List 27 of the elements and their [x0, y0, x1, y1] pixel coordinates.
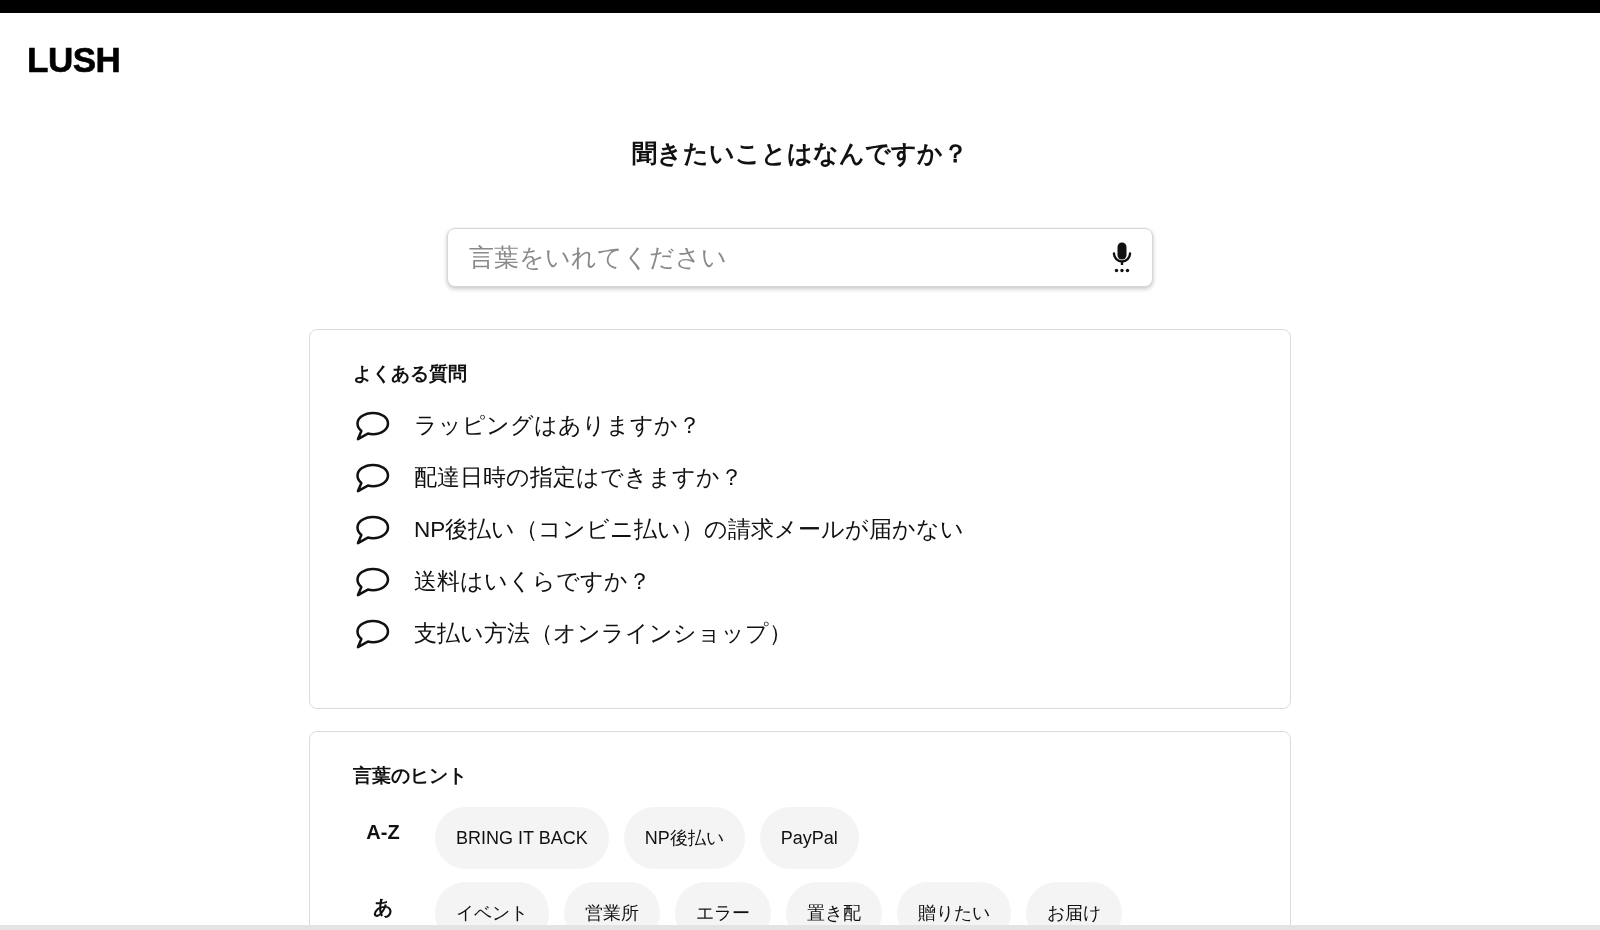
speech-bubble-icon [355, 619, 390, 649]
faq-link[interactable]: ラッピングはありますか？ [414, 412, 701, 440]
faq-link[interactable]: 送料はいくらですか？ [414, 568, 651, 596]
speech-bubble-icon [355, 567, 390, 597]
keyword-chip[interactable]: BRING IT BACK [435, 807, 609, 869]
keyword-chip[interactable]: PayPal [759, 807, 859, 869]
section-title: よくある質問 [353, 362, 468, 386]
keyword-chip[interactable]: 置き配 [786, 882, 882, 925]
keyword-chip[interactable]: イベント [435, 882, 549, 925]
keyword-chip[interactable]: 贈りたい [897, 882, 1011, 925]
faq-link[interactable]: 配達日時の指定はできますか？ [414, 464, 743, 492]
keyword-chip[interactable]: エラー [675, 882, 771, 925]
search-field[interactable]: 言葉をいれてください [447, 228, 1153, 287]
group-label: あ [372, 895, 394, 919]
faq-link[interactable]: NP後払い（コンビニ払い）の請求メールが届かない [414, 516, 965, 544]
speech-bubble-icon [355, 463, 390, 493]
page-heading: 聞きたいことはなんですか？ [632, 138, 968, 168]
keyword-chip[interactable]: 営業所 [564, 882, 660, 925]
logo[interactable]: LUSH [27, 42, 121, 77]
speech-bubble-icon [355, 515, 390, 545]
speech-bubble-icon [355, 411, 390, 441]
microphone-icon[interactable] [1111, 242, 1133, 273]
section-title: 言葉のヒント [353, 764, 468, 788]
keyword-chip[interactable]: お届け [1026, 882, 1122, 925]
keyword-chip[interactable]: NP後払い [623, 807, 745, 869]
group-label: A-Z [365, 820, 401, 844]
faq-link[interactable]: 支払い方法（オンラインショップ） [414, 620, 792, 648]
